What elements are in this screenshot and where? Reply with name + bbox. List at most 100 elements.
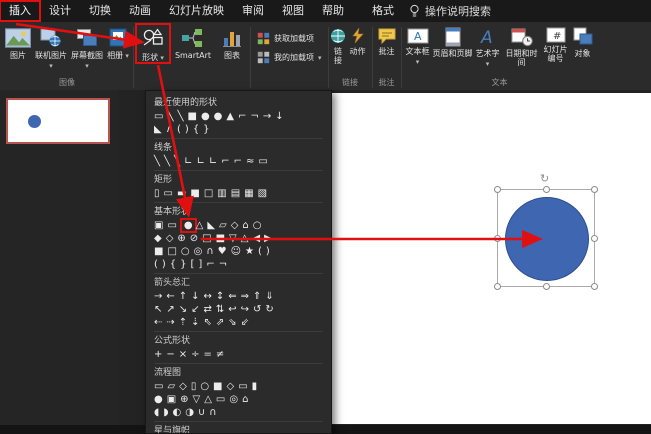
- section-label-basic: 基本形状: [154, 202, 323, 219]
- group-illustrations: 形状 SmartArt 图表: [135, 23, 249, 90]
- basic-shapes-row-1: ▣▭ ● △◣▱◇⌂○: [154, 218, 323, 233]
- header-footer-button[interactable]: 页眉和页脚: [432, 24, 474, 58]
- basic-shapes-row-2[interactable]: ◆◇⊕⊘□■▽△◀▶: [154, 232, 323, 245]
- my-addins-icon: [257, 51, 270, 64]
- slide-thumbnail[interactable]: [6, 98, 110, 144]
- group-separator: [400, 27, 402, 88]
- ribbon: 图片 联机图片 屏幕截图: [0, 22, 651, 90]
- lines-shapes-row[interactable]: ╲╲╲∟∟∟⌐⌐≈▭: [154, 155, 323, 168]
- photo-album-button[interactable]: 相册: [105, 24, 131, 61]
- action-label: 动作: [349, 47, 366, 56]
- wordart-label: 艺术字: [475, 49, 501, 69]
- section-label-lines: 线条: [154, 138, 323, 155]
- basic-shapes-row-4[interactable]: (){}[]⌐¬: [154, 258, 323, 271]
- online-pictures-label: 联机图片: [34, 51, 68, 71]
- my-addins-button[interactable]: 我的加载项: [257, 51, 322, 64]
- textbox-icon: A: [407, 27, 429, 45]
- wordart-button[interactable]: A 艺术字: [474, 24, 502, 69]
- chart-icon: [221, 27, 243, 49]
- photo-album-icon: [107, 27, 129, 49]
- shapes-button[interactable]: 形状: [135, 23, 171, 64]
- group-text: A 文本框 页眉和页脚 A 艺术字: [403, 24, 597, 90]
- tab-slideshow[interactable]: 幻灯片放映: [160, 1, 233, 21]
- datetime-button[interactable]: 日期和时间: [502, 24, 542, 67]
- rotate-handle[interactable]: ↻: [540, 172, 549, 185]
- tab-insert[interactable]: 插入: [0, 0, 41, 22]
- recent-shapes-row-1[interactable]: ▭╲╲■●●▲⌐¬→↓: [154, 110, 323, 123]
- textbox-label: 文本框: [405, 47, 431, 67]
- oval-shape-item[interactable]: ●: [179, 218, 197, 233]
- tell-me-search[interactable]: 操作说明搜索: [409, 3, 491, 19]
- online-pictures-button[interactable]: 联机图片: [33, 24, 69, 71]
- group-separator: [133, 27, 134, 88]
- pictures-label: 图片: [10, 51, 26, 60]
- comment-button[interactable]: 批注: [375, 24, 399, 56]
- link-icon: [329, 27, 347, 45]
- object-label: 对象: [574, 49, 591, 58]
- slide-number-icon: #: [546, 27, 566, 43]
- tab-review[interactable]: 审阅: [233, 1, 273, 21]
- basic-shape-items[interactable]: △◣▱◇⌂○: [196, 220, 266, 231]
- recent-shapes-row-2[interactable]: ◣∧(){}: [154, 123, 323, 136]
- tab-help[interactable]: 帮助: [313, 1, 353, 21]
- get-addins-button[interactable]: 获取加载项: [257, 32, 322, 45]
- screenshot-button[interactable]: 屏幕截图: [69, 24, 105, 71]
- group-label-images: 图像: [59, 78, 75, 87]
- flowchart-shapes-row-3[interactable]: ◖◗◐◑∪∩: [154, 406, 323, 419]
- resize-handle-s[interactable]: [543, 283, 550, 290]
- link-button[interactable]: 链接: [331, 24, 346, 65]
- tab-design[interactable]: 设计: [40, 1, 80, 21]
- slide-canvas[interactable]: ↻: [300, 93, 651, 424]
- group-label-comments: 批注: [378, 78, 395, 87]
- rectangles-shapes-row[interactable]: ▯▭▬■□▥▤▦▧: [154, 187, 323, 200]
- tab-transitions[interactable]: 切换: [80, 1, 120, 21]
- resize-handle-se[interactable]: [591, 283, 598, 290]
- resize-handle-nw[interactable]: [494, 186, 501, 193]
- get-addins-icon: [257, 32, 270, 45]
- picture-icon: [5, 27, 31, 49]
- textbox-button[interactable]: A 文本框: [404, 24, 432, 67]
- powerpoint-window: 插入 设计 切换 动画 幻灯片放映 审阅 视图 帮助 格式 操作说明搜索 图片: [0, 0, 651, 434]
- flowchart-shapes-row-2[interactable]: ●▣⊕▽△▭◎⌂: [154, 393, 323, 406]
- group-separator: [371, 27, 373, 88]
- resize-handle-e[interactable]: [591, 235, 598, 242]
- basic-shape-items[interactable]: ▣▭: [154, 220, 181, 231]
- chart-label: 图表: [224, 51, 240, 60]
- group-links: 链接 动作 链接: [330, 24, 371, 90]
- smartart-label: SmartArt: [174, 51, 212, 60]
- slide-number-button[interactable]: # 幻灯片编号: [542, 24, 570, 63]
- arrows-shapes-row-1[interactable]: →←↑↓↔↕⇐⇒⇑⇓: [154, 290, 323, 303]
- wordart-icon: A: [478, 27, 498, 47]
- my-addins-label: 我的加载项: [274, 53, 314, 62]
- slide-circle[interactable]: [505, 197, 589, 281]
- group-addins: 获取加载项 我的加载项: [252, 24, 327, 90]
- smartart-button[interactable]: SmartArt: [170, 24, 216, 60]
- section-label-stars: 星与旗帜: [154, 421, 323, 433]
- photo-album-label: 相册: [107, 51, 129, 61]
- resize-handle-sw[interactable]: [494, 283, 501, 290]
- comment-label: 批注: [378, 47, 395, 56]
- equation-shapes-row[interactable]: +−×÷=≠: [154, 348, 323, 361]
- object-icon: [573, 27, 593, 47]
- basic-shapes-row-3[interactable]: ■□○◎∩♥☺★(): [154, 245, 323, 258]
- slide-thumbnail-panel: [0, 90, 118, 425]
- resize-handle-n[interactable]: [543, 186, 550, 193]
- arrows-shapes-row-3[interactable]: ⇠⇢⇡⇣⇖⇗⇘⇙: [154, 316, 323, 329]
- tab-animations[interactable]: 动画: [120, 1, 160, 21]
- flowchart-shapes-row-1[interactable]: ▭▱◇▯○■◇▭▮: [154, 380, 323, 393]
- tab-view[interactable]: 视图: [273, 1, 313, 21]
- header-footer-icon: [444, 27, 462, 47]
- shapes-dropdown-panel: 最近使用的形状 ▭╲╲■●●▲⌐¬→↓ ◣∧(){} 线条 ╲╲╲∟∟∟⌐⌐≈▭…: [145, 90, 332, 434]
- section-label-block-arrows: 箭头总汇: [154, 273, 323, 290]
- object-button[interactable]: 对象: [570, 24, 596, 58]
- arrows-shapes-row-2[interactable]: ↖↗↘↙⇄⇅↩↪↺↻: [154, 303, 323, 316]
- pictures-button[interactable]: 图片: [3, 24, 33, 60]
- get-addins-label: 获取加载项: [274, 34, 314, 43]
- chart-button[interactable]: 图表: [216, 24, 248, 60]
- action-button[interactable]: 动作: [346, 24, 370, 56]
- tab-format[interactable]: 格式: [363, 1, 403, 21]
- resize-handle-ne[interactable]: [591, 186, 598, 193]
- slide-number-label: 幻灯片编号: [543, 45, 568, 63]
- section-label-flowchart: 流程图: [154, 363, 323, 380]
- resize-handle-w[interactable]: [494, 235, 501, 242]
